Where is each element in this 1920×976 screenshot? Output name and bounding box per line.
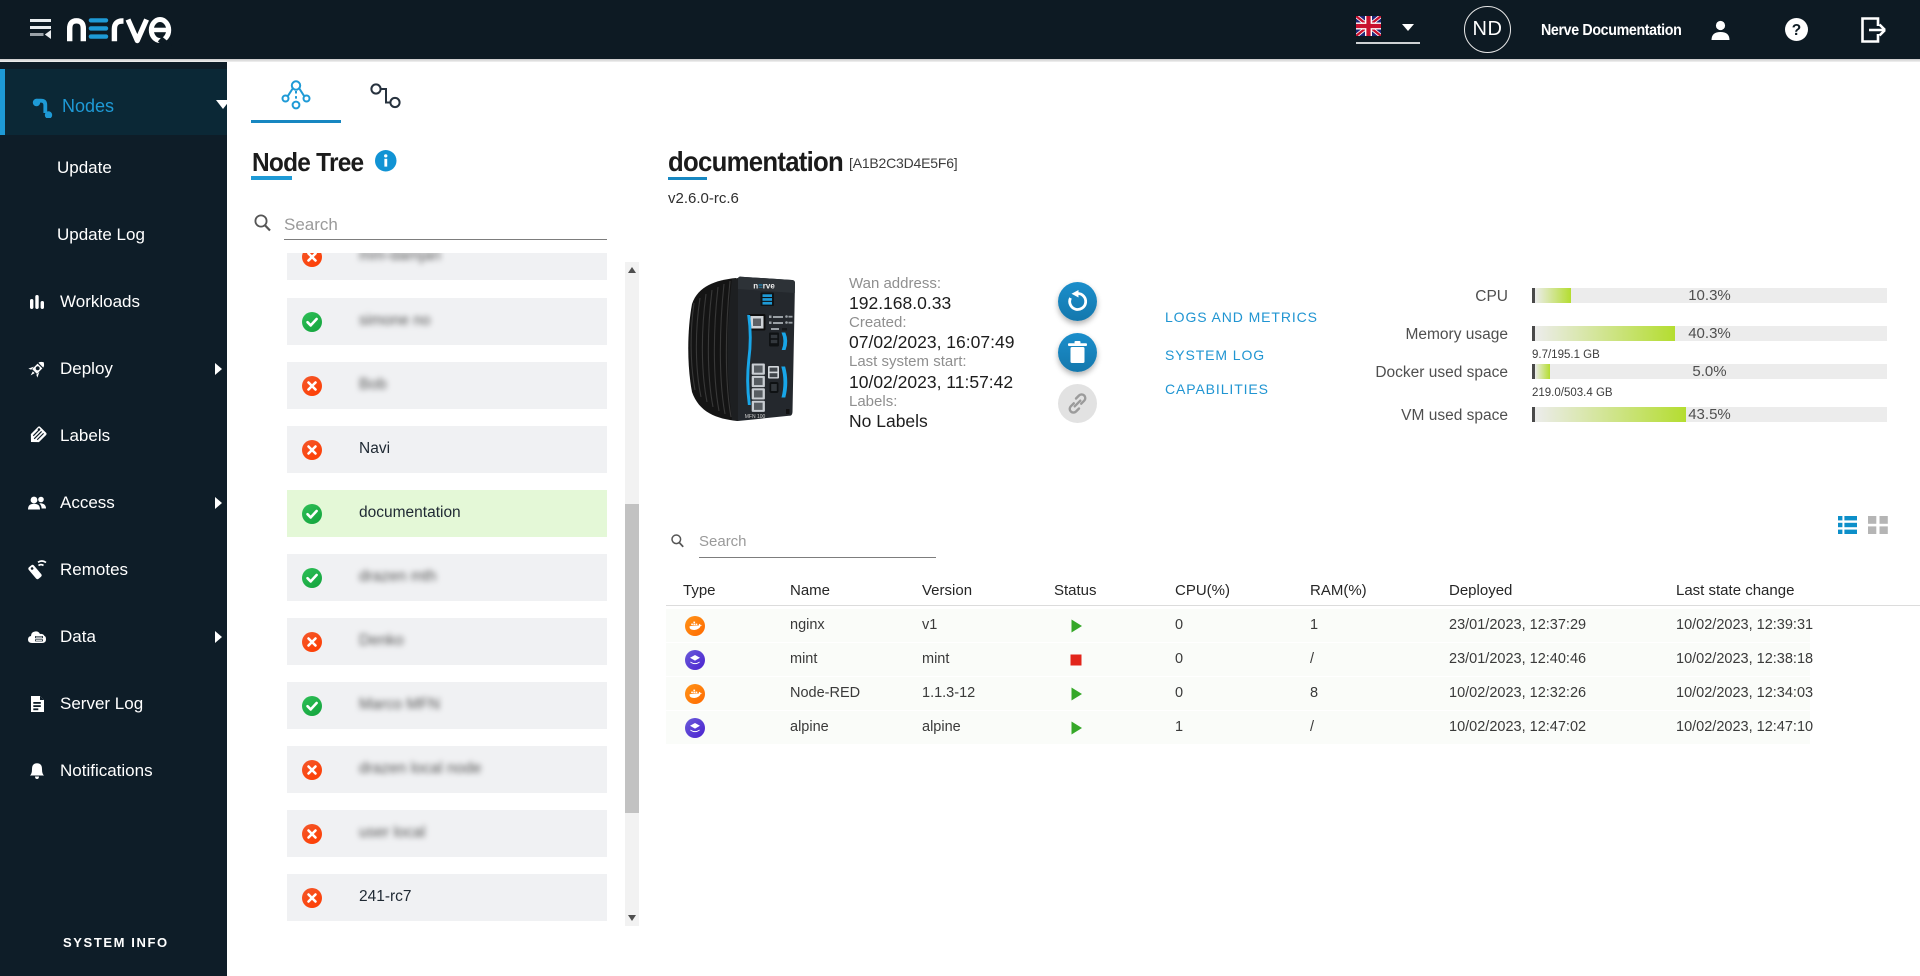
svg-text:?: ?: [1792, 22, 1801, 39]
svg-text:n≡rve: n≡rve: [753, 282, 775, 291]
svg-text:MFN 100: MFN 100: [745, 414, 766, 420]
